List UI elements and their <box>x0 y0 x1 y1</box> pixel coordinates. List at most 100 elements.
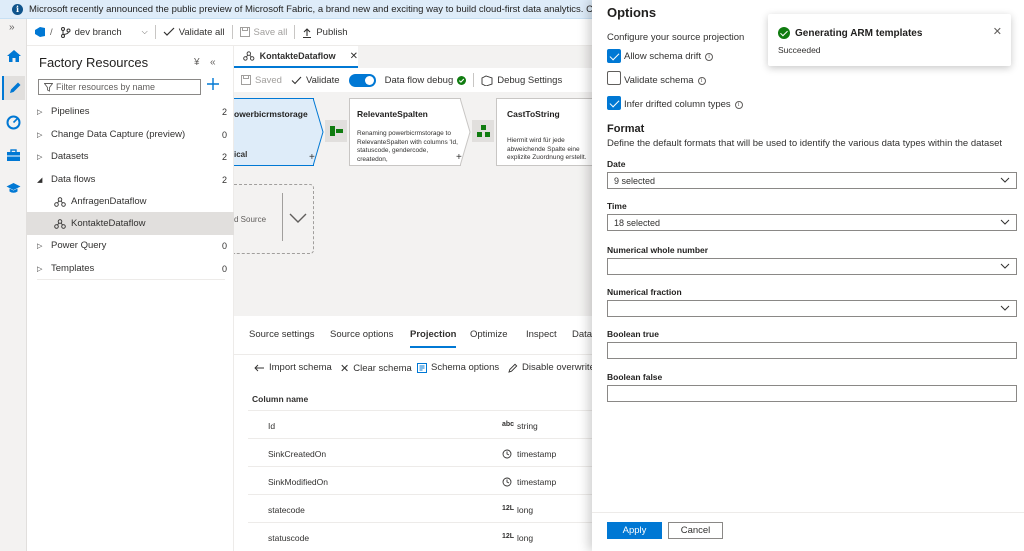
validate-all-button[interactable]: Validate all <box>156 27 232 38</box>
column-name: SinkCreatedOn <box>268 449 327 459</box>
branch-selector[interactable]: dev branch ⌵ <box>60 26 155 38</box>
disable-overwrite-button[interactable]: Disable overwrite <box>508 362 595 373</box>
source-node-title: owerbicrmstorage <box>234 109 308 119</box>
infer-drifted-types-checkbox[interactable] <box>607 96 621 110</box>
tab-projection[interactable]: Projection <box>410 329 457 348</box>
tab-source-options[interactable]: Source options <box>330 329 393 340</box>
dataflow-icon <box>54 196 66 207</box>
debug-settings-button[interactable]: Debug Settings <box>474 75 569 86</box>
options-subtitle: Configure your source projection <box>607 32 745 43</box>
info-icon[interactable]: i <box>734 100 743 109</box>
monitor-icon[interactable] <box>2 110 25 134</box>
node-title: RelevanteSpalten <box>357 109 428 119</box>
edit-pencil-icon <box>508 363 518 373</box>
resource-group-datasets[interactable]: ▷ Datasets 2 <box>37 145 227 168</box>
relevante-spalten-node[interactable]: RelevanteSpalten Renaming powerbicrmstor… <box>349 98 461 166</box>
cast-icon <box>477 125 490 137</box>
resource-group-change-data-capture[interactable]: ▷ Change Data Capture (preview) 0 <box>37 123 227 146</box>
author-pencil-icon[interactable] <box>2 76 25 100</box>
resource-group-data-flows[interactable]: ◢ Data flows 2 <box>37 168 227 191</box>
tab-inspect[interactable]: Inspect <box>526 329 557 340</box>
long-type-icon: 12L <box>502 505 515 512</box>
add-transformation-icon[interactable]: + <box>456 152 462 163</box>
tab-label: KontakteDataflow <box>259 51 336 61</box>
allow-schema-drift-checkbox[interactable] <box>607 49 621 63</box>
close-icon[interactable]: ✕ <box>993 25 1002 38</box>
tab-kontakte-dataflow[interactable]: KontakteDataflow ✕ <box>234 46 358 68</box>
close-tab-icon[interactable]: ✕ <box>350 51 358 62</box>
add-source-placeholder[interactable]: d Source <box>234 184 314 254</box>
resource-group-templates[interactable]: ▷ Templates 0 <box>37 257 227 280</box>
tab-data-preview[interactable]: Data <box>572 329 592 340</box>
date-format-dropdown[interactable]: 9 selected <box>607 172 1017 189</box>
data-flow-debug-toggle[interactable]: Data flow debug <box>347 73 474 87</box>
azure-devops-repo[interactable]: / <box>27 26 60 38</box>
info-icon[interactable]: i <box>697 76 706 85</box>
table-row[interactable]: statecode 12L long <box>248 495 592 523</box>
resource-count: 2 <box>221 151 227 162</box>
import-schema-button[interactable]: Import schema <box>254 362 332 373</box>
whole-number-format-dropdown[interactable] <box>607 258 1017 275</box>
success-check-icon <box>778 27 790 39</box>
validate-schema-checkbox[interactable] <box>607 71 621 85</box>
source-node[interactable]: owerbicrmstorage ical <box>234 98 314 166</box>
clear-schema-button[interactable]: ✕ Clear schema <box>340 362 412 375</box>
chevron-down-icon[interactable] <box>289 213 307 223</box>
tab-source-settings[interactable]: Source settings <box>249 329 314 340</box>
validate-label: Validate <box>305 74 340 86</box>
cast-to-string-node[interactable]: CastToString Hiermit wird für jede abwei… <box>496 98 592 166</box>
save-icon <box>241 75 251 85</box>
select-columns-icon <box>330 126 343 136</box>
column-name-header: Column name <box>252 394 309 404</box>
left-rail: » <box>0 19 27 551</box>
long-type-icon: 12L <box>502 533 515 540</box>
debug-settings-label: Debug Settings <box>497 74 563 86</box>
apply-button[interactable]: Apply <box>607 522 662 539</box>
whole-number-format-label: Numerical whole number <box>607 245 709 255</box>
collapse-all-icon[interactable]: ¥ <box>194 57 200 68</box>
factory-resources-panel: Factory Resources ¥ « ▷ Pipelines 2 ▷ Ch… <box>27 46 234 551</box>
node-description: Hiermit wird für jede abweichende Spalte… <box>507 137 587 161</box>
publish-label: Publish <box>316 26 348 38</box>
dataflow-item-anfragen[interactable]: AnfragenDataflow <box>54 190 234 213</box>
allow-schema-drift-label: Allow schema drift i <box>624 51 714 62</box>
resource-group-pipelines[interactable]: ▷ Pipelines 2 <box>37 100 227 123</box>
schema-options-button[interactable]: Schema options <box>417 362 499 373</box>
resource-group-label: Change Data Capture (preview) <box>51 129 186 140</box>
boolean-true-input[interactable] <box>607 342 1017 359</box>
info-icon[interactable]: i <box>705 52 714 61</box>
publish-button[interactable]: Publish <box>295 27 354 38</box>
expand-rail-icon[interactable]: » <box>9 22 15 33</box>
fraction-format-dropdown[interactable] <box>607 300 1017 317</box>
table-row[interactable]: statuscode 12L long <box>248 523 592 551</box>
manage-toolbox-icon[interactable] <box>2 143 25 167</box>
resource-count: 2 <box>221 106 227 117</box>
debug-toggle-switch[interactable] <box>348 73 376 87</box>
filter-resources-input[interactable] <box>56 81 196 93</box>
column-type: timestamp <box>517 449 557 459</box>
resource-group-label: Datasets <box>51 151 89 162</box>
table-row[interactable]: Id abc string <box>248 411 592 439</box>
resource-group-power-query[interactable]: ▷ Power Query 0 <box>37 234 227 257</box>
add-resource-icon[interactable] <box>206 77 220 91</box>
time-format-dropdown[interactable]: 18 selected <box>607 214 1017 231</box>
caret-right-icon: ▷ <box>37 265 43 273</box>
tab-divider <box>234 354 592 355</box>
boolean-false-input[interactable] <box>607 385 1017 402</box>
chevron-down-icon <box>1000 219 1010 225</box>
learning-cap-icon[interactable] <box>2 176 25 200</box>
table-row[interactable]: SinkCreatedOn timestamp <box>248 439 592 467</box>
dataflow-item-label: KontakteDataflow <box>71 218 146 229</box>
settings-panel: Source settings Source options Projectio… <box>234 316 595 551</box>
dataflow-item-kontakte[interactable]: KontakteDataflow <box>27 212 234 235</box>
table-row[interactable]: SinkModifiedOn timestamp <box>248 467 592 495</box>
hide-panel-icon[interactable]: « <box>210 57 216 68</box>
debug-settings-icon <box>481 75 493 86</box>
tab-optimize[interactable]: Optimize <box>470 329 507 340</box>
add-transformation-icon[interactable]: + <box>309 152 315 163</box>
home-icon[interactable] <box>2 44 25 68</box>
save-all-button[interactable]: Save all <box>233 27 295 38</box>
validate-button[interactable]: Validate <box>289 75 347 86</box>
node-title: CastToString <box>507 109 560 119</box>
cancel-button[interactable]: Cancel <box>668 522 723 539</box>
